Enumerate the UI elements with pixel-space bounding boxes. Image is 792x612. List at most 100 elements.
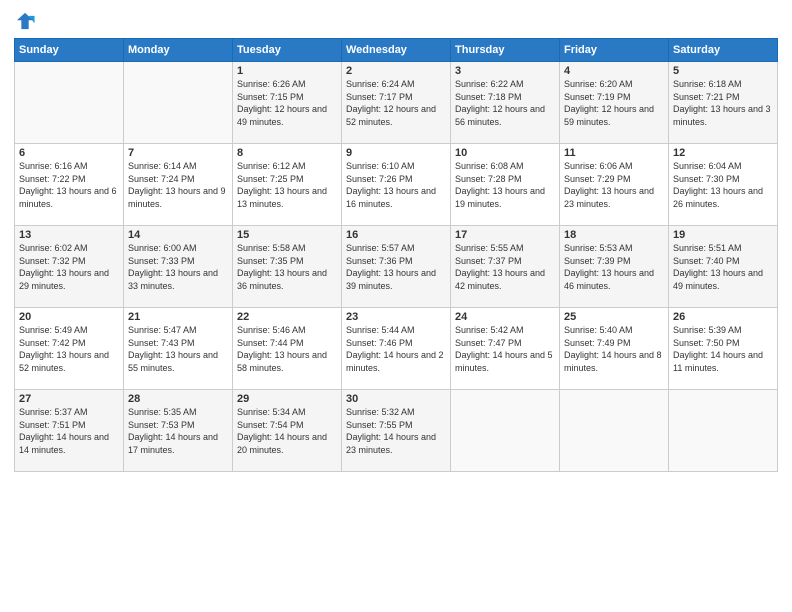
day-number: 29 (237, 393, 337, 405)
day-info: Sunrise: 5:51 AM Sunset: 7:40 PM Dayligh… (673, 242, 773, 292)
day-cell (15, 62, 124, 144)
weekday-header-wednesday: Wednesday (342, 39, 451, 62)
day-number: 11 (564, 147, 664, 159)
day-number: 7 (128, 147, 228, 159)
day-info: Sunrise: 6:00 AM Sunset: 7:33 PM Dayligh… (128, 242, 228, 292)
week-row-2: 6Sunrise: 6:16 AM Sunset: 7:22 PM Daylig… (15, 144, 778, 226)
day-info: Sunrise: 5:55 AM Sunset: 7:37 PM Dayligh… (455, 242, 555, 292)
calendar-table: SundayMondayTuesdayWednesdayThursdayFrid… (14, 38, 778, 472)
day-number: 21 (128, 311, 228, 323)
day-info: Sunrise: 6:04 AM Sunset: 7:30 PM Dayligh… (673, 160, 773, 210)
day-cell: 22Sunrise: 5:46 AM Sunset: 7:44 PM Dayli… (233, 308, 342, 390)
day-cell (669, 390, 778, 472)
day-cell: 25Sunrise: 5:40 AM Sunset: 7:49 PM Dayli… (560, 308, 669, 390)
day-cell: 24Sunrise: 5:42 AM Sunset: 7:47 PM Dayli… (451, 308, 560, 390)
day-cell: 8Sunrise: 6:12 AM Sunset: 7:25 PM Daylig… (233, 144, 342, 226)
day-cell: 20Sunrise: 5:49 AM Sunset: 7:42 PM Dayli… (15, 308, 124, 390)
weekday-header-monday: Monday (124, 39, 233, 62)
day-cell: 9Sunrise: 6:10 AM Sunset: 7:26 PM Daylig… (342, 144, 451, 226)
day-number: 4 (564, 65, 664, 77)
day-info: Sunrise: 5:46 AM Sunset: 7:44 PM Dayligh… (237, 324, 337, 374)
day-cell: 23Sunrise: 5:44 AM Sunset: 7:46 PM Dayli… (342, 308, 451, 390)
day-number: 6 (19, 147, 119, 159)
day-info: Sunrise: 5:57 AM Sunset: 7:36 PM Dayligh… (346, 242, 446, 292)
day-cell: 4Sunrise: 6:20 AM Sunset: 7:19 PM Daylig… (560, 62, 669, 144)
day-number: 1 (237, 65, 337, 77)
day-cell: 19Sunrise: 5:51 AM Sunset: 7:40 PM Dayli… (669, 226, 778, 308)
week-row-5: 27Sunrise: 5:37 AM Sunset: 7:51 PM Dayli… (15, 390, 778, 472)
day-info: Sunrise: 5:40 AM Sunset: 7:49 PM Dayligh… (564, 324, 664, 374)
day-info: Sunrise: 6:06 AM Sunset: 7:29 PM Dayligh… (564, 160, 664, 210)
day-number: 22 (237, 311, 337, 323)
weekday-header-saturday: Saturday (669, 39, 778, 62)
day-number: 3 (455, 65, 555, 77)
day-cell: 12Sunrise: 6:04 AM Sunset: 7:30 PM Dayli… (669, 144, 778, 226)
day-info: Sunrise: 6:24 AM Sunset: 7:17 PM Dayligh… (346, 78, 446, 128)
day-number: 16 (346, 229, 446, 241)
day-info: Sunrise: 6:18 AM Sunset: 7:21 PM Dayligh… (673, 78, 773, 128)
day-cell (451, 390, 560, 472)
day-info: Sunrise: 5:37 AM Sunset: 7:51 PM Dayligh… (19, 406, 119, 456)
weekday-header-friday: Friday (560, 39, 669, 62)
day-number: 9 (346, 147, 446, 159)
day-cell: 21Sunrise: 5:47 AM Sunset: 7:43 PM Dayli… (124, 308, 233, 390)
day-cell: 15Sunrise: 5:58 AM Sunset: 7:35 PM Dayli… (233, 226, 342, 308)
day-number: 8 (237, 147, 337, 159)
day-info: Sunrise: 5:34 AM Sunset: 7:54 PM Dayligh… (237, 406, 337, 456)
weekday-header-thursday: Thursday (451, 39, 560, 62)
day-cell (124, 62, 233, 144)
day-number: 5 (673, 65, 773, 77)
day-number: 15 (237, 229, 337, 241)
day-number: 19 (673, 229, 773, 241)
day-cell: 10Sunrise: 6:08 AM Sunset: 7:28 PM Dayli… (451, 144, 560, 226)
weekday-header-row: SundayMondayTuesdayWednesdayThursdayFrid… (15, 39, 778, 62)
day-number: 30 (346, 393, 446, 405)
day-number: 2 (346, 65, 446, 77)
day-number: 24 (455, 311, 555, 323)
week-row-4: 20Sunrise: 5:49 AM Sunset: 7:42 PM Dayli… (15, 308, 778, 390)
day-info: Sunrise: 5:58 AM Sunset: 7:35 PM Dayligh… (237, 242, 337, 292)
logo (14, 10, 38, 32)
weekday-header-tuesday: Tuesday (233, 39, 342, 62)
day-cell: 27Sunrise: 5:37 AM Sunset: 7:51 PM Dayli… (15, 390, 124, 472)
day-number: 25 (564, 311, 664, 323)
day-info: Sunrise: 5:39 AM Sunset: 7:50 PM Dayligh… (673, 324, 773, 374)
day-info: Sunrise: 6:14 AM Sunset: 7:24 PM Dayligh… (128, 160, 228, 210)
day-info: Sunrise: 6:10 AM Sunset: 7:26 PM Dayligh… (346, 160, 446, 210)
day-number: 12 (673, 147, 773, 159)
day-info: Sunrise: 5:35 AM Sunset: 7:53 PM Dayligh… (128, 406, 228, 456)
day-info: Sunrise: 5:42 AM Sunset: 7:47 PM Dayligh… (455, 324, 555, 374)
page: SundayMondayTuesdayWednesdayThursdayFrid… (0, 0, 792, 612)
day-cell: 1Sunrise: 6:26 AM Sunset: 7:15 PM Daylig… (233, 62, 342, 144)
day-info: Sunrise: 5:53 AM Sunset: 7:39 PM Dayligh… (564, 242, 664, 292)
day-number: 23 (346, 311, 446, 323)
day-info: Sunrise: 6:08 AM Sunset: 7:28 PM Dayligh… (455, 160, 555, 210)
day-number: 10 (455, 147, 555, 159)
day-cell: 26Sunrise: 5:39 AM Sunset: 7:50 PM Dayli… (669, 308, 778, 390)
day-info: Sunrise: 6:02 AM Sunset: 7:32 PM Dayligh… (19, 242, 119, 292)
day-cell: 7Sunrise: 6:14 AM Sunset: 7:24 PM Daylig… (124, 144, 233, 226)
day-number: 13 (19, 229, 119, 241)
day-number: 14 (128, 229, 228, 241)
day-info: Sunrise: 6:16 AM Sunset: 7:22 PM Dayligh… (19, 160, 119, 210)
day-info: Sunrise: 6:20 AM Sunset: 7:19 PM Dayligh… (564, 78, 664, 128)
week-row-1: 1Sunrise: 6:26 AM Sunset: 7:15 PM Daylig… (15, 62, 778, 144)
day-cell: 11Sunrise: 6:06 AM Sunset: 7:29 PM Dayli… (560, 144, 669, 226)
day-number: 17 (455, 229, 555, 241)
day-cell: 3Sunrise: 6:22 AM Sunset: 7:18 PM Daylig… (451, 62, 560, 144)
day-cell: 17Sunrise: 5:55 AM Sunset: 7:37 PM Dayli… (451, 226, 560, 308)
weekday-header-sunday: Sunday (15, 39, 124, 62)
day-cell: 6Sunrise: 6:16 AM Sunset: 7:22 PM Daylig… (15, 144, 124, 226)
day-info: Sunrise: 6:26 AM Sunset: 7:15 PM Dayligh… (237, 78, 337, 128)
day-info: Sunrise: 5:47 AM Sunset: 7:43 PM Dayligh… (128, 324, 228, 374)
day-cell (560, 390, 669, 472)
day-number: 20 (19, 311, 119, 323)
week-row-3: 13Sunrise: 6:02 AM Sunset: 7:32 PM Dayli… (15, 226, 778, 308)
day-number: 18 (564, 229, 664, 241)
day-number: 27 (19, 393, 119, 405)
day-cell: 13Sunrise: 6:02 AM Sunset: 7:32 PM Dayli… (15, 226, 124, 308)
day-info: Sunrise: 5:44 AM Sunset: 7:46 PM Dayligh… (346, 324, 446, 374)
logo-icon (14, 10, 36, 32)
day-info: Sunrise: 5:49 AM Sunset: 7:42 PM Dayligh… (19, 324, 119, 374)
day-info: Sunrise: 5:32 AM Sunset: 7:55 PM Dayligh… (346, 406, 446, 456)
